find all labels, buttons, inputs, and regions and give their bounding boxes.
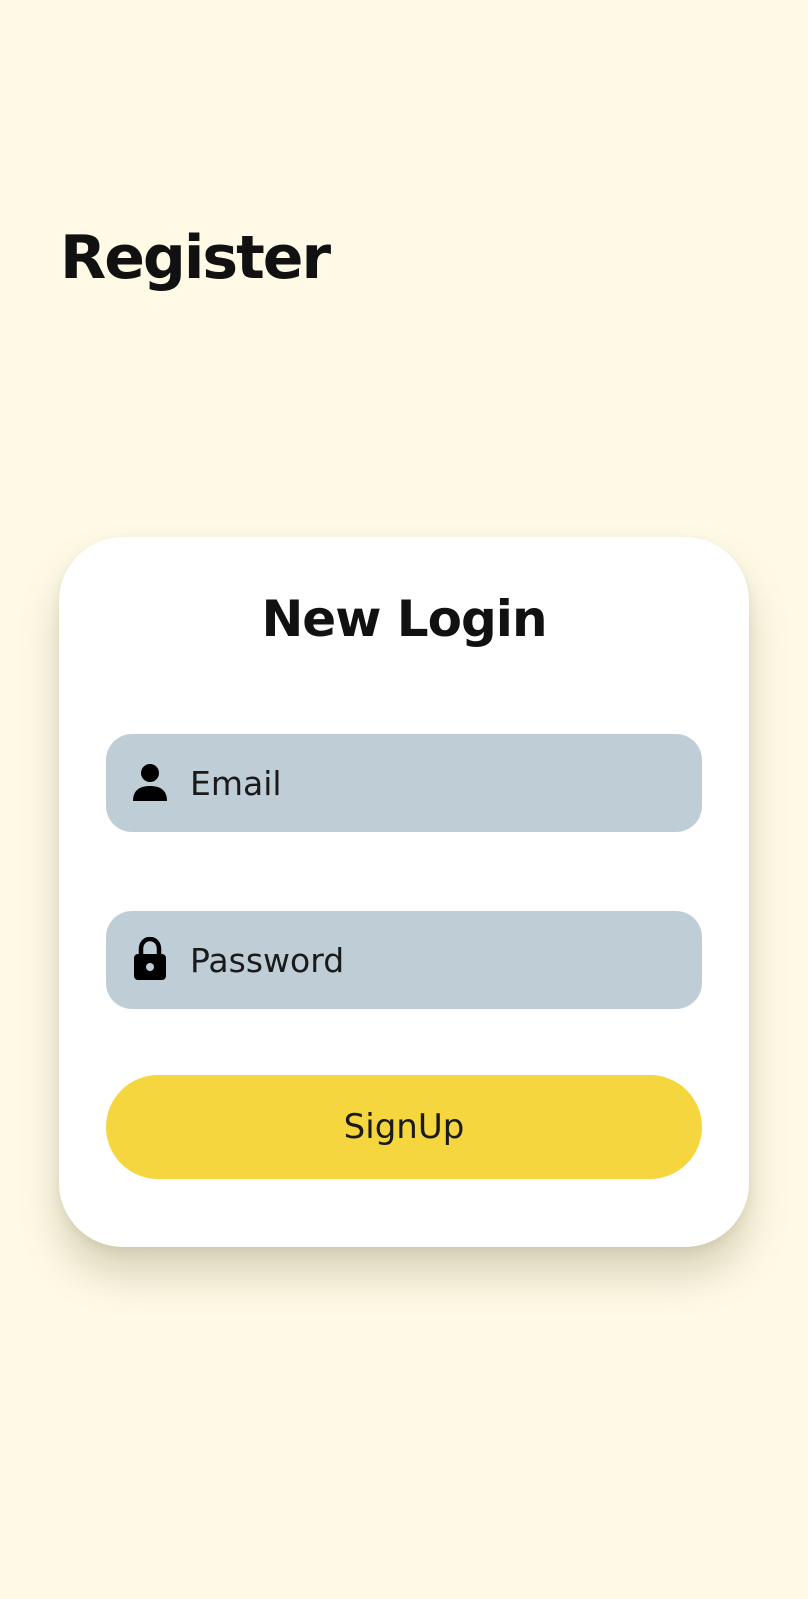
password-field-container[interactable]: [106, 911, 702, 1009]
card-title: New Login: [261, 590, 547, 648]
signup-button[interactable]: SignUp: [106, 1075, 702, 1179]
person-icon: [133, 764, 167, 801]
lock-icon: [134, 937, 166, 980]
email-field-container[interactable]: [106, 734, 702, 832]
page-title: Register: [60, 223, 331, 293]
login-card: New Login SignUp: [59, 537, 749, 1247]
email-field[interactable]: [190, 734, 680, 832]
password-field[interactable]: [190, 911, 680, 1009]
